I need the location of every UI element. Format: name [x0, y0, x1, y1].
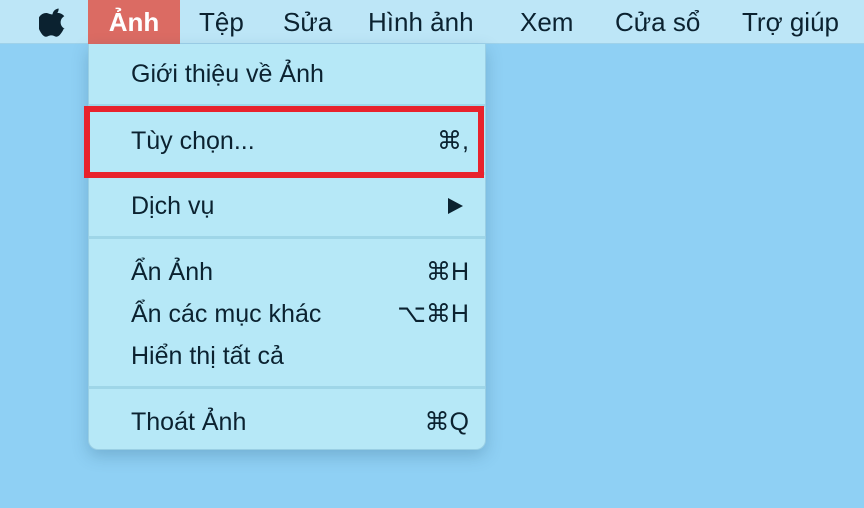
submenu-triangle-icon: [448, 198, 463, 214]
menu-edit[interactable]: Sửa: [283, 0, 332, 44]
menu-item-shortcut: ⌘H: [425, 258, 469, 286]
menu-window[interactable]: Cửa sổ: [615, 0, 700, 44]
menu-item-label: Ẩn các mục khác: [131, 300, 322, 328]
menu-item-show-all[interactable]: Hiển thị tất cả: [89, 336, 485, 376]
menu-item-shortcut: ⌘,: [437, 127, 469, 155]
menu-item-shortcut: ⌘Q: [424, 408, 469, 436]
menu-photos[interactable]: Ảnh: [88, 0, 180, 44]
menu-item-services[interactable]: Dịch vụ: [89, 186, 485, 226]
menu-image[interactable]: Hình ảnh: [368, 0, 474, 44]
menu-separator: [89, 386, 485, 389]
menu-view[interactable]: Xem: [520, 0, 573, 44]
menu-item-about[interactable]: Giới thiệu về Ảnh: [89, 54, 485, 94]
menu-separator: [89, 172, 485, 175]
menu-item-quit[interactable]: Thoát Ảnh ⌘Q: [89, 402, 485, 442]
menu-item-shortcut: ⌥⌘H: [397, 300, 469, 328]
menu-item-label: Thoát Ảnh: [131, 408, 247, 436]
menu-item-label: Ẩn Ảnh: [131, 258, 214, 286]
menu-separator: [89, 236, 485, 239]
menu-bar: Ảnh Tệp Sửa Hình ảnh Xem Cửa sổ Trợ giúp: [0, 0, 864, 44]
menu-file[interactable]: Tệp: [199, 0, 244, 44]
menu-item-label: Giới thiệu về Ảnh: [131, 60, 324, 88]
menu-item-label: Dịch vụ: [131, 192, 215, 220]
menu-help[interactable]: Trợ giúp: [742, 0, 839, 44]
apple-logo-icon[interactable]: [39, 7, 67, 37]
photos-menu-dropdown: Giới thiệu về Ảnh Tùy chọn... ⌘, Dịch vụ…: [88, 44, 486, 450]
menu-item-hide-others[interactable]: Ẩn các mục khác ⌥⌘H: [89, 294, 485, 334]
menu-item-label: Hiển thị tất cả: [131, 342, 284, 370]
menu-separator: [89, 104, 485, 107]
menu-item-hide[interactable]: Ẩn Ảnh ⌘H: [89, 252, 485, 292]
menu-item-label: Tùy chọn...: [131, 127, 255, 155]
menu-item-preferences[interactable]: Tùy chọn... ⌘,: [89, 121, 485, 161]
